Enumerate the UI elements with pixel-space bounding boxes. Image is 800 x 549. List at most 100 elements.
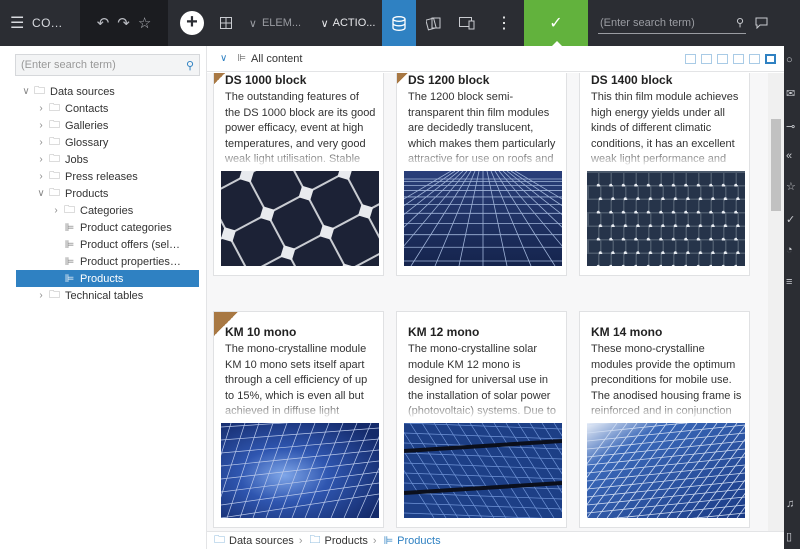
bell-icon[interactable]: ♫ bbox=[786, 498, 794, 510]
list-icon[interactable]: ≡ bbox=[786, 276, 792, 288]
view-compact-icon[interactable] bbox=[701, 54, 712, 64]
product-card[interactable]: DS 1200 block The 1200 block semi-transpa… bbox=[396, 73, 567, 276]
product-image bbox=[404, 423, 562, 518]
app-title[interactable]: CO... bbox=[28, 0, 80, 46]
redo-icon[interactable]: ↷ bbox=[117, 14, 130, 32]
chevron-down-icon: ∨ bbox=[320, 17, 329, 30]
tree-item-label: Galleries bbox=[65, 119, 109, 132]
search-icon[interactable]: ○ bbox=[786, 54, 793, 66]
breadcrumb-item[interactable]: Data sources bbox=[229, 535, 294, 547]
sidebar-search-input[interactable] bbox=[21, 59, 171, 71]
chevron-down-icon[interactable]: ∨ bbox=[35, 188, 47, 199]
tree-item-label: Products bbox=[80, 272, 124, 285]
tree-item-label: Data sources bbox=[50, 85, 115, 98]
chevron-right-icon: › bbox=[298, 534, 303, 547]
tree-item[interactable]: › 🗀 Technical tables bbox=[0, 287, 206, 304]
devices-icon[interactable] bbox=[450, 0, 484, 46]
product-card[interactable]: KM 12 mono The mono-crystalline solar mod… bbox=[396, 311, 567, 528]
view-tiles-icon[interactable] bbox=[749, 54, 760, 64]
tree-item-label: Glossary bbox=[65, 136, 109, 149]
book-icon[interactable]: ▯ bbox=[786, 530, 792, 543]
history-group: ↶ ↷ ☆ bbox=[80, 0, 168, 46]
folder-icon: 🗀 bbox=[49, 102, 60, 114]
card-description: The 1200 block semi-transparent thin fil… bbox=[408, 90, 560, 167]
clock-icon[interactable]: ◔ bbox=[786, 244, 793, 256]
search-icon[interactable]: ⚲ bbox=[736, 16, 744, 29]
product-card[interactable]: DS 1400 block This thin film module achie… bbox=[579, 73, 750, 276]
chevron-right-icon[interactable]: › bbox=[35, 154, 47, 165]
global-search-input[interactable] bbox=[600, 16, 720, 29]
breadcrumb-current[interactable]: Products bbox=[397, 535, 440, 547]
view-details-icon[interactable] bbox=[733, 54, 744, 64]
add-button[interactable]: + bbox=[168, 0, 216, 46]
confirm-button[interactable]: ✓ bbox=[524, 0, 588, 46]
tree-item[interactable]: ⊫ Product offers (sel… bbox=[0, 236, 206, 253]
star-icon[interactable]: ☆ bbox=[786, 180, 796, 193]
scrollbar-thumb[interactable] bbox=[771, 119, 781, 211]
product-image bbox=[404, 171, 562, 266]
tree-item[interactable]: ⊫ Products bbox=[16, 270, 199, 287]
check-icon[interactable]: ✓ bbox=[786, 213, 795, 226]
tree-item[interactable]: › 🗀 Glossary bbox=[0, 134, 206, 151]
product-card[interactable]: KM 14 mono These mono-crystalline modules… bbox=[579, 311, 750, 528]
tree-item[interactable]: › 🗀 Contacts bbox=[0, 100, 206, 117]
product-card[interactable]: DS 1000 block The outstanding features of… bbox=[213, 73, 384, 276]
chevron-down-icon[interactable]: ∨ bbox=[220, 53, 227, 64]
folder-icon: 🗀 bbox=[309, 534, 321, 546]
card-description: These mono-crystalline modules provide t… bbox=[591, 343, 743, 419]
list-icon: ⊫ bbox=[64, 256, 75, 268]
tree-item[interactable]: ∨ 🗀 Data sources bbox=[0, 83, 206, 100]
card-title: DS 1000 block bbox=[225, 73, 307, 87]
view-cards-icon[interactable] bbox=[765, 54, 776, 64]
key-icon[interactable]: ⊸ bbox=[786, 120, 795, 133]
tree-item[interactable]: ⊫ Product properties… bbox=[0, 253, 206, 270]
tree-item[interactable]: ∨ 🗀 Products bbox=[0, 185, 206, 202]
chevron-down-icon[interactable]: ∨ bbox=[20, 86, 32, 97]
chevron-right-icon[interactable]: › bbox=[35, 103, 47, 114]
product-card[interactable]: KM 10 mono The mono-crystalline module KM… bbox=[213, 311, 384, 528]
star-icon[interactable]: ☆ bbox=[138, 14, 151, 32]
hamburger-icon[interactable]: ☰ bbox=[0, 0, 28, 46]
tree-item-label: Press releases bbox=[65, 170, 138, 183]
card-title: DS 1400 block bbox=[591, 73, 673, 87]
sidebar: ⚲ ∨🗀Data sources›🗀Contacts›🗀Galleries›🗀G… bbox=[0, 46, 207, 549]
chevron-right-icon[interactable]: › bbox=[35, 137, 47, 148]
list-icon: ⊫ bbox=[64, 273, 75, 285]
double-chevron-left-icon[interactable]: « bbox=[786, 150, 792, 162]
vertical-scrollbar[interactable] bbox=[768, 73, 784, 531]
card-title: KM 12 mono bbox=[408, 325, 480, 339]
sidebar-search: ⚲ bbox=[15, 54, 200, 76]
elements-dropdown-label: ELEM... bbox=[261, 17, 302, 29]
actions-dropdown[interactable]: ∨ ACTIO... bbox=[314, 0, 382, 46]
mail-icon[interactable]: ✉ bbox=[786, 87, 795, 100]
tree-item-label: Technical tables bbox=[65, 289, 144, 302]
tree-item[interactable]: › 🗀 Jobs bbox=[0, 151, 206, 168]
comment-icon[interactable] bbox=[746, 0, 768, 46]
elements-dropdown[interactable]: ∨ ELEM... bbox=[236, 0, 314, 46]
chevron-right-icon[interactable]: › bbox=[35, 290, 47, 301]
search-icon[interactable]: ⚲ bbox=[186, 59, 194, 72]
layout-grid-icon[interactable] bbox=[216, 0, 236, 46]
global-search: ⚲ bbox=[588, 0, 746, 46]
chevron-right-icon[interactable]: › bbox=[35, 171, 47, 182]
tree-item[interactable]: › 🗀 Press releases bbox=[0, 168, 206, 185]
tree-item[interactable]: › 🗀 Categories bbox=[0, 202, 206, 219]
chevron-right-icon[interactable]: › bbox=[50, 205, 62, 216]
breadcrumb-item[interactable]: Products bbox=[324, 535, 367, 547]
tree-item[interactable]: › 🗀 Galleries bbox=[0, 117, 206, 134]
more-vertical-icon[interactable]: ⋮ bbox=[484, 0, 524, 46]
pages-icon[interactable] bbox=[416, 0, 450, 46]
product-image bbox=[221, 423, 379, 518]
tree-item-label: Product properties… bbox=[80, 255, 181, 268]
card-description: This thin film module achieves high ener… bbox=[591, 90, 743, 167]
tree-item[interactable]: ⊫ Product categories bbox=[0, 219, 206, 236]
card-title: DS 1200 block bbox=[408, 73, 490, 87]
product-image bbox=[587, 423, 745, 518]
view-list-icon[interactable] bbox=[685, 54, 696, 64]
folder-icon: 🗀 bbox=[49, 187, 60, 199]
view-table-icon[interactable] bbox=[717, 54, 728, 64]
folder-icon: 🗀 bbox=[49, 289, 60, 301]
database-icon[interactable] bbox=[382, 0, 416, 46]
chevron-right-icon[interactable]: › bbox=[35, 120, 47, 131]
undo-icon[interactable]: ↶ bbox=[97, 14, 110, 32]
